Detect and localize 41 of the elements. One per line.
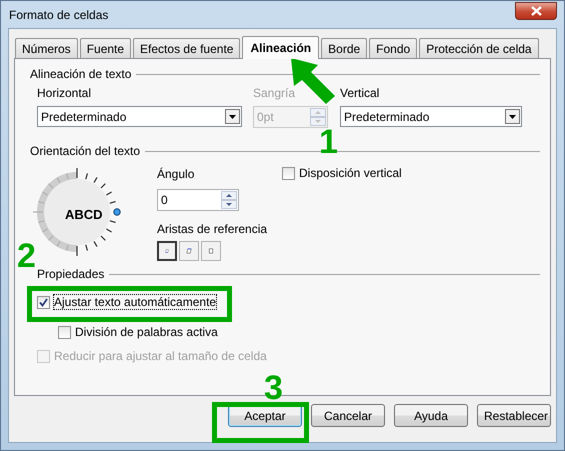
checkbox-label: Ajustar texto automáticamente — [54, 295, 216, 309]
dropdown[interactable]: Predeterminado — [340, 106, 522, 127]
field-label: Horizontal — [37, 85, 92, 102]
dropdown-arrow-icon — [509, 114, 516, 118]
checkbox-label: Disposición vertical — [299, 166, 402, 180]
tab[interactable]: Borde — [321, 38, 368, 58]
section-heading: Alineación de texto — [30, 67, 132, 81]
tab[interactable]: Efectos de fuente — [133, 38, 240, 58]
field-label: Ángulo — [157, 166, 196, 183]
tab[interactable]: Protección de celda — [419, 38, 539, 58]
annotation-number: 1 — [319, 127, 338, 157]
tab[interactable]: Fondo — [369, 38, 418, 58]
section-heading: Orientación del texto — [30, 144, 140, 158]
check-icon — [39, 298, 48, 306]
annotation-number: 3 — [264, 373, 283, 403]
field-label: Vertical — [340, 85, 380, 102]
spin-field[interactable]: 0 — [157, 189, 239, 211]
spin-arrows-icon — [310, 108, 326, 126]
close-icon — [530, 6, 542, 16]
window-title: Formato de celdas — [8, 8, 108, 22]
tab[interactable]: Números — [15, 38, 78, 58]
tab[interactable]: Alineación — [242, 36, 320, 59]
dropdown-arrow-icon — [229, 114, 236, 118]
close-button[interactable] — [515, 2, 557, 20]
checkbox-label: División de palabras activa — [75, 325, 218, 339]
tab[interactable]: Fuente — [80, 38, 132, 58]
field-label: Aristas de referencia — [157, 221, 268, 238]
checkbox[interactable] — [37, 296, 50, 308]
section-heading: Propiedades — [37, 267, 104, 281]
field-label: Sangría — [253, 85, 296, 102]
edge-button[interactable] — [157, 241, 177, 261]
dialog-button[interactable]: Cancelar — [311, 404, 385, 427]
checkbox[interactable] — [282, 166, 295, 180]
dropdown[interactable]: Predeterminado — [37, 106, 242, 127]
dialog-button[interactable]: Ayuda — [394, 404, 468, 427]
checkbox[interactable] — [58, 326, 71, 338]
dial-text: ABCD — [65, 207, 103, 222]
spin-arrows-icon — [221, 191, 237, 209]
annotation-number: 2 — [17, 241, 36, 271]
checkbox-label: Reducir para ajustar al tamaño de celda — [54, 349, 267, 363]
dialog-button[interactable]: Restablecer — [477, 404, 551, 427]
